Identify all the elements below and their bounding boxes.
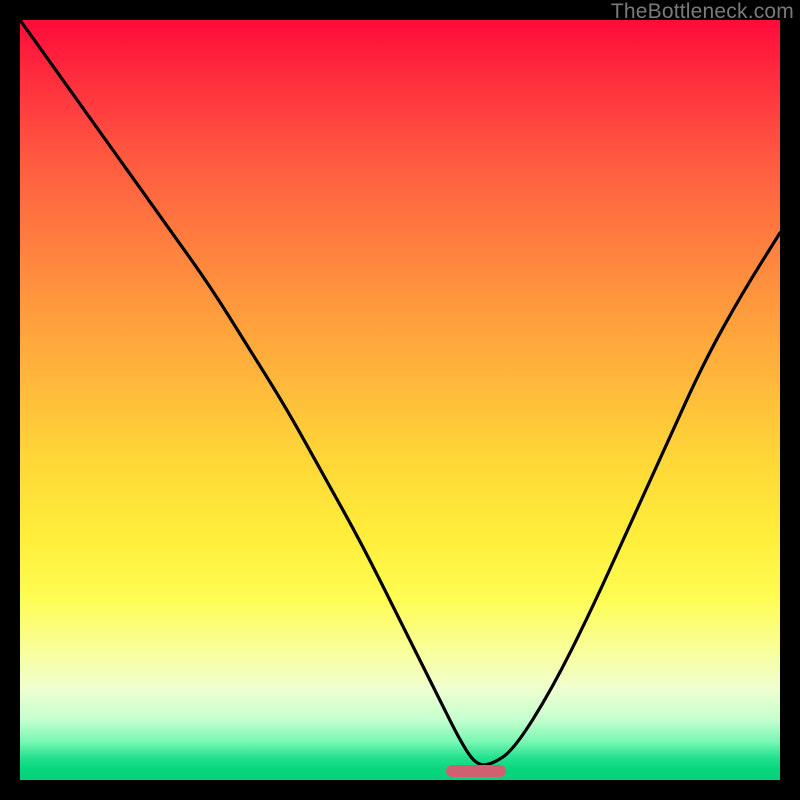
plot-area	[20, 20, 780, 780]
optimal-range-marker	[446, 765, 507, 777]
chart-frame: TheBottleneck.com	[0, 0, 800, 800]
bottleneck-curve	[20, 20, 780, 780]
